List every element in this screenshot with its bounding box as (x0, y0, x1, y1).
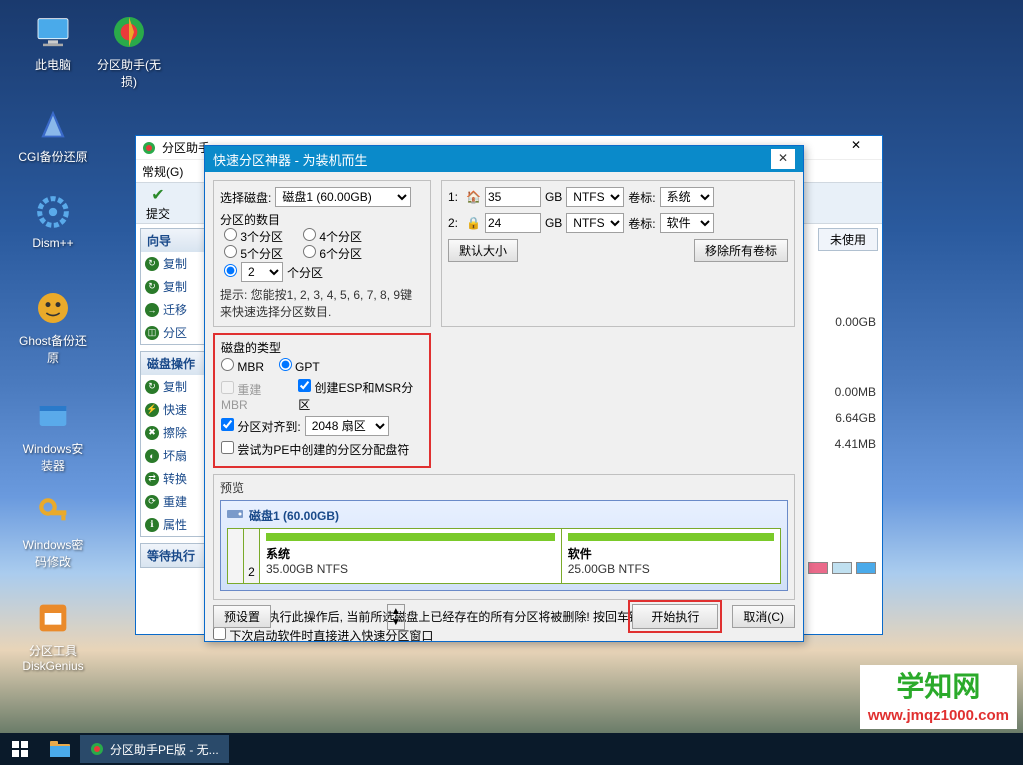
partition-1-unit: GB (545, 190, 562, 204)
radio-gpt[interactable]: GPT (279, 358, 320, 374)
select-disk-label: 选择磁盘: (220, 189, 271, 206)
dialog-title: 快速分区神器 - 为装机而生 (213, 150, 771, 169)
diskop-item[interactable]: ◐坏扇 (141, 444, 207, 467)
desktop-icon-wininstaller[interactable]: Windows安装器 (18, 396, 88, 474)
preview-small-1 (228, 529, 244, 583)
partition-1-vol-select[interactable]: 系统 (660, 187, 714, 207)
left-panel: 向导 ↻复制 ↻复制 →迁移 ◫分区 磁盘操作 ↻复制 ⚡快速 ✖擦除 ◐坏扇 … (140, 228, 208, 574)
preview-strip: 2 系统 35.00GB NTFS 软件 25.00GB NTFS (227, 528, 781, 584)
desktop-icon-winpassword[interactable]: Windows密码修改 (18, 492, 88, 570)
dialog-close-button[interactable]: ✕ (771, 149, 795, 169)
radio-mbr[interactable]: MBR (221, 358, 264, 374)
diskop-item[interactable]: ⟳重建 (141, 490, 207, 513)
partition-2-size-input[interactable] (485, 213, 541, 233)
checkbox-create-esp[interactable]: 创建ESP和MSR分区 (298, 379, 423, 413)
desktop-icon-dism[interactable]: Dism++ (18, 192, 88, 250)
diskop-item[interactable]: ⇄转换 (141, 467, 207, 490)
preview-section: 预览 磁盘1 (60.00GB) 2 系统 35.00GB NTFS (213, 474, 795, 600)
diskop-header: 磁盘操作 (141, 352, 207, 375)
partition-2-vollabel: 卷标: (628, 215, 655, 232)
preview-title: 预览 (220, 479, 788, 496)
wizard-header: 向导 (141, 229, 207, 252)
execute-highlight: 开始执行 (628, 600, 722, 633)
wizard-item[interactable]: ↻复制 (141, 275, 207, 298)
size-value: 0.00MB (818, 379, 878, 405)
custom-count-label: 个分区 (287, 264, 323, 281)
start-button[interactable] (0, 733, 40, 765)
disk-select-section: 选择磁盘: 磁盘1 (60.00GB) 分区的数目 3个分区 4个分区 5个分区… (213, 180, 431, 327)
partition-row-2: 2: 🔒 GB NTFS 卷标: 软件 (448, 213, 788, 233)
select-disk-dropdown[interactable]: 磁盘1 (60.00GB) (275, 187, 411, 207)
wizard-item[interactable]: ◫分区 (141, 321, 207, 344)
diskop-item[interactable]: ✖擦除 (141, 421, 207, 444)
partition-row-1: 1: 🏠 GB NTFS 卷标: 系统 (448, 187, 788, 207)
size-value: 4.41MB (818, 431, 878, 457)
partition-1-vollabel: 卷标: (628, 189, 655, 206)
checkbox-assign-pe[interactable]: 尝试为PE中创建的分区分配盘符 (221, 441, 409, 458)
partition-2-vol-select[interactable]: 软件 (660, 213, 714, 233)
dialog-titlebar[interactable]: 快速分区神器 - 为装机而生 ✕ (205, 146, 803, 172)
wizard-item[interactable]: →迁移 (141, 298, 207, 321)
pending-header: 等待执行 (141, 544, 207, 567)
diskop-item[interactable]: ⚡快速 (141, 398, 207, 421)
partition-settings-section: 1: 🏠 GB NTFS 卷标: 系统 2: 🔒 GB NTFS 卷标: 软件 (441, 180, 795, 327)
taskbar-task[interactable]: 分区助手PE版 - 无... (80, 735, 229, 763)
radio-5-partitions[interactable]: 5个分区 (224, 245, 283, 262)
partition-2-label: 2: (448, 216, 462, 230)
home-icon: 🏠 (466, 190, 481, 204)
radio-custom-partitions[interactable] (224, 264, 237, 280)
right-panel: 未使用 0.00GB 0.00MB 6.64GB 4.41MB (818, 228, 878, 457)
parent-close-button[interactable]: ✕ (836, 138, 876, 158)
desktop-icon-ghost[interactable]: Ghost备份还原 (18, 288, 88, 366)
radio-3-partitions[interactable]: 3个分区 (224, 228, 283, 245)
preview-disk-label: 磁盘1 (60.00GB) (249, 507, 339, 524)
disk-type-section: 磁盘的类型 MBR GPT 重建MBR 创建ESP和MSR分区 分区对齐到: 2… (213, 333, 431, 468)
desktop-icon-diskgenius[interactable]: 分区工具DiskGenius (18, 598, 88, 673)
default-size-button[interactable]: 默认大小 (448, 239, 518, 262)
size-value: 6.64GB (818, 405, 878, 431)
checkbox-align[interactable]: 分区对齐到: (221, 418, 301, 435)
custom-count-select[interactable]: 2 (241, 262, 283, 282)
remove-labels-button[interactable]: 移除所有卷标 (694, 239, 788, 262)
align-select[interactable]: 2048 扇区 (305, 416, 389, 436)
diskop-item[interactable]: ℹ属性 (141, 513, 207, 536)
desktop-icon-this-pc[interactable]: 此电脑 (18, 12, 88, 73)
cancel-button[interactable]: 取消(C) (732, 605, 795, 628)
preview-partition-2: 软件 25.00GB NTFS (562, 529, 780, 583)
desktop-icon-cgi[interactable]: CGI备份还原 (18, 104, 88, 165)
menu-general[interactable]: 常规(G) (142, 163, 183, 180)
size-value: 0.00GB (818, 309, 878, 335)
watermark: 学知网 www.jmqz1000.com (860, 665, 1017, 729)
toolbar-submit[interactable]: ✔ 提交 (142, 183, 174, 224)
preview-partition-1: 系统 35.00GB NTFS (260, 529, 562, 583)
radio-4-partitions[interactable]: 4个分区 (303, 228, 362, 245)
partition-1-size-input[interactable] (485, 187, 541, 207)
desktop-icon-partition-assistant[interactable]: 分区助手(无损) (94, 12, 164, 90)
preview-small-2: 2 (244, 529, 260, 583)
unused-header: 未使用 (818, 228, 878, 251)
checkbox-rebuild-mbr[interactable]: 重建MBR (221, 381, 287, 412)
preset-button[interactable]: 预设置 (213, 605, 271, 628)
taskbar-explorer-icon[interactable] (40, 735, 80, 763)
preset-arrows[interactable]: ▲▼ (387, 604, 405, 630)
radio-6-partitions[interactable]: 6个分区 (303, 245, 362, 262)
disk-type-title: 磁盘的类型 (221, 339, 423, 356)
wizard-item[interactable]: ↻复制 (141, 252, 207, 275)
partition-1-label: 1: (448, 190, 462, 204)
lock-icon: 🔒 (466, 216, 481, 230)
partition-count-label: 分区的数目 (220, 211, 424, 228)
disk-icon (227, 508, 243, 523)
execute-button[interactable]: 开始执行 (632, 604, 718, 629)
taskbar: 分区助手PE版 - 无... (0, 733, 1023, 765)
diskop-item[interactable]: ↻复制 (141, 375, 207, 398)
quick-partition-dialog: 快速分区神器 - 为装机而生 ✕ 选择磁盘: 磁盘1 (60.00GB) 分区的… (204, 145, 804, 642)
hint-text: 提示: 您能按1, 2, 3, 4, 5, 6, 7, 8, 9键来快速选择分区… (220, 286, 424, 320)
partition-2-unit: GB (545, 216, 562, 230)
partition-2-fs-select[interactable]: NTFS (566, 213, 624, 233)
partition-1-fs-select[interactable]: NTFS (566, 187, 624, 207)
